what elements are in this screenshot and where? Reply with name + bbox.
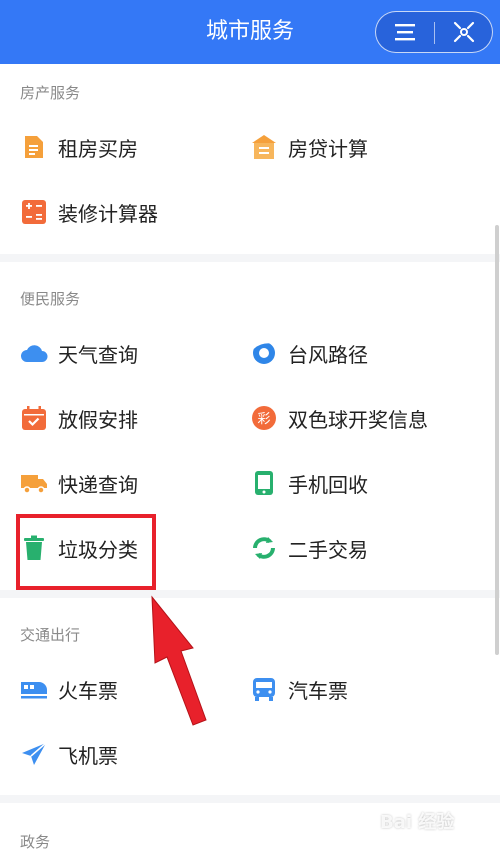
service-label: 火车票 xyxy=(58,678,118,703)
service-item-express[interactable]: 快递查询 xyxy=(20,463,138,503)
menu-icon xyxy=(395,24,415,41)
service-item-rent-buy[interactable]: 租房买房 xyxy=(20,127,138,167)
service-item-renovation-calculator[interactable]: 装修计算器 xyxy=(20,192,158,232)
service-item-mortgage[interactable]: 房贷计算 xyxy=(250,127,368,167)
document-icon xyxy=(20,133,48,161)
service-label: 放假安排 xyxy=(58,407,138,432)
typhoon-icon xyxy=(250,339,278,367)
mini-program-capsule xyxy=(375,11,493,53)
service-item-phone-recycle[interactable]: 手机回收 xyxy=(250,463,368,503)
menu-button[interactable] xyxy=(376,12,434,52)
section-title: 便民服务 xyxy=(20,290,81,308)
service-label: 租房买房 xyxy=(58,136,138,161)
calculator-icon xyxy=(20,198,48,226)
truck-icon xyxy=(20,469,48,497)
service-label: 装修计算器 xyxy=(58,201,158,226)
service-label: 房贷计算 xyxy=(288,136,368,161)
service-item-bus[interactable]: 汽车票 xyxy=(250,669,348,709)
section-housing: 房产服务 租房买房 房贷计算 装修计算器 xyxy=(0,64,500,254)
phone-icon xyxy=(250,469,278,497)
calendar-icon xyxy=(20,404,48,432)
service-label: 台风路径 xyxy=(288,342,368,367)
service-label: 快递查询 xyxy=(58,472,138,497)
service-label: 飞机票 xyxy=(58,743,118,768)
service-label: 双色球开奖信息 xyxy=(288,407,428,432)
service-label: 二手交易 xyxy=(288,537,368,562)
service-item-flight[interactable]: 飞机票 xyxy=(20,734,118,774)
close-icon xyxy=(453,21,475,43)
bus-icon xyxy=(250,675,278,703)
cloud-icon xyxy=(20,339,48,367)
service-item-weather[interactable]: 天气查询 xyxy=(20,333,138,373)
scrollbar[interactable] xyxy=(495,225,499,655)
section-title: 政务 xyxy=(20,833,51,851)
train-icon xyxy=(20,675,48,703)
service-item-second-hand[interactable]: 二手交易 xyxy=(250,528,368,568)
section-transport: 交通出行 火车票 汽车票 飞机票 xyxy=(0,598,500,795)
service-item-train[interactable]: 火车票 xyxy=(20,669,118,709)
header-bar: 城市服务 xyxy=(0,0,500,64)
close-button[interactable] xyxy=(435,12,493,52)
service-item-typhoon[interactable]: 台风路径 xyxy=(250,333,368,373)
recycle-icon xyxy=(250,534,278,562)
service-label: 手机回收 xyxy=(288,472,368,497)
lottery-glyph: 彩 xyxy=(257,412,270,427)
service-label: 汽车票 xyxy=(288,678,348,703)
lottery-icon: 彩 xyxy=(250,404,278,432)
section-title: 房产服务 xyxy=(20,84,81,102)
service-item-holiday[interactable]: 放假安排 xyxy=(20,398,138,438)
plane-icon xyxy=(20,740,48,768)
watermark-text: Bai 经验 xyxy=(380,812,455,833)
service-label: 天气查询 xyxy=(58,342,138,367)
service-item-lottery[interactable]: 彩 双色球开奖信息 xyxy=(250,398,428,438)
section-title: 交通出行 xyxy=(20,626,81,644)
house-icon xyxy=(250,133,278,161)
highlight-box xyxy=(16,514,156,590)
